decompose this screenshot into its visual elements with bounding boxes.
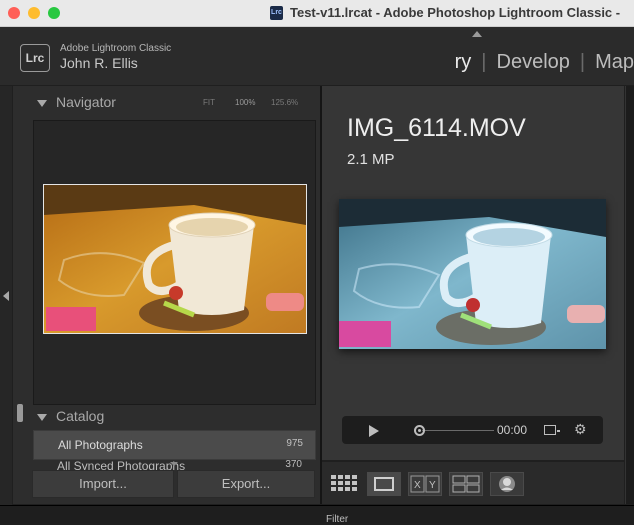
right-panel-edge bbox=[625, 86, 634, 504]
import-button[interactable]: Import... bbox=[32, 470, 174, 498]
catalog-item-all-photographs[interactable]: All Photographs 975 bbox=[33, 430, 316, 460]
title-bar: Lrc Test-v11.lrcat - Adobe Photoshop Lig… bbox=[0, 0, 634, 27]
video-controller: 00:00 ⚙ bbox=[342, 416, 603, 444]
loupe-view-button[interactable] bbox=[367, 472, 401, 496]
play-icon[interactable] bbox=[369, 425, 379, 437]
navigator-preview-area[interactable] bbox=[33, 120, 316, 405]
frame-capture-icon[interactable] bbox=[544, 425, 560, 435]
image-filename: IMG_6114.MOV bbox=[347, 114, 526, 142]
people-view-icon bbox=[499, 476, 515, 492]
svg-text:X: X bbox=[414, 480, 421, 491]
grid-view-button[interactable] bbox=[330, 472, 360, 494]
navigator-zoom-fit[interactable]: FIT bbox=[203, 98, 215, 107]
collapse-triangle-icon[interactable] bbox=[37, 414, 47, 421]
survey-view-button[interactable] bbox=[449, 472, 483, 496]
module-develop[interactable]: Develop bbox=[497, 51, 570, 74]
loupe-image bbox=[339, 199, 606, 349]
close-window-button[interactable] bbox=[8, 7, 20, 19]
loupe-view: IMG_6114.MOV 2.1 MP 00:00 ⚙ bbox=[322, 86, 624, 460]
people-view-button[interactable] bbox=[490, 472, 524, 496]
left-panel-toggle-icon[interactable] bbox=[3, 291, 9, 301]
navigator-header[interactable]: Navigator FIT 100% 125.6% bbox=[13, 92, 320, 114]
loupe-view-icon bbox=[374, 477, 394, 491]
video-scrubber-track[interactable] bbox=[422, 430, 494, 431]
video-scrubber-knob[interactable] bbox=[414, 425, 425, 436]
top-panel-toggle-icon[interactable] bbox=[472, 31, 482, 37]
left-panel-edge bbox=[0, 86, 12, 522]
app-name: Adobe Lightroom Classic bbox=[60, 43, 172, 54]
catalog-header[interactable]: Catalog bbox=[13, 406, 320, 428]
lrcat-file-icon: Lrc bbox=[270, 6, 283, 20]
left-panel: Navigator FIT 100% 125.6% Catalog All Ph… bbox=[13, 86, 322, 504]
zoom-window-button[interactable] bbox=[48, 7, 60, 19]
survey-view-icon bbox=[452, 475, 480, 493]
export-button[interactable]: Export... bbox=[177, 470, 315, 498]
catalog-title: Catalog bbox=[56, 408, 105, 424]
identity-plate: Lrc Adobe Lightroom Classic John R. Elli… bbox=[0, 27, 634, 85]
collapse-triangle-icon[interactable] bbox=[37, 100, 47, 107]
module-map[interactable]: Map bbox=[595, 51, 634, 74]
navigator-zoom-100[interactable]: 100% bbox=[235, 98, 255, 107]
module-library[interactable]: ry bbox=[455, 51, 472, 74]
gear-icon[interactable]: ⚙ bbox=[574, 421, 587, 438]
grid-view-icon bbox=[331, 475, 357, 491]
video-preview[interactable] bbox=[339, 199, 606, 349]
image-megapixels: 2.1 MP bbox=[347, 151, 395, 168]
module-separator: | bbox=[579, 51, 586, 73]
module-separator: | bbox=[481, 51, 487, 73]
video-time: 00:00 bbox=[497, 423, 528, 437]
catalog-item-count: 975 bbox=[286, 438, 303, 449]
library-toolbar: X Y bbox=[322, 462, 624, 504]
navigator-image bbox=[44, 185, 306, 333]
catalog-item-count: 370 bbox=[285, 459, 302, 470]
user-name: John R. Ellis bbox=[60, 55, 138, 71]
minimize-window-button[interactable] bbox=[28, 7, 40, 19]
svg-text:Y: Y bbox=[429, 480, 436, 491]
panel-scroll-indicator-icon bbox=[170, 462, 178, 466]
filmstrip-filter-label: Filter bbox=[326, 514, 349, 525]
navigator-title: Navigator bbox=[56, 94, 116, 110]
navigator-zoom-custom[interactable]: 125.6% bbox=[271, 98, 298, 107]
navigator-thumbnail[interactable] bbox=[43, 184, 307, 334]
module-picker: ry | Develop | Map bbox=[455, 51, 634, 74]
compare-view-button[interactable]: X Y bbox=[408, 472, 442, 496]
lrc-logo-icon: Lrc bbox=[20, 44, 50, 72]
filmstrip-bar: Filter bbox=[0, 505, 634, 525]
compare-view-icon: X Y bbox=[410, 475, 440, 493]
window-title: Test-v11.lrcat - Adobe Photoshop Lightro… bbox=[290, 5, 621, 20]
catalog-item-label: All Photographs bbox=[58, 438, 143, 452]
